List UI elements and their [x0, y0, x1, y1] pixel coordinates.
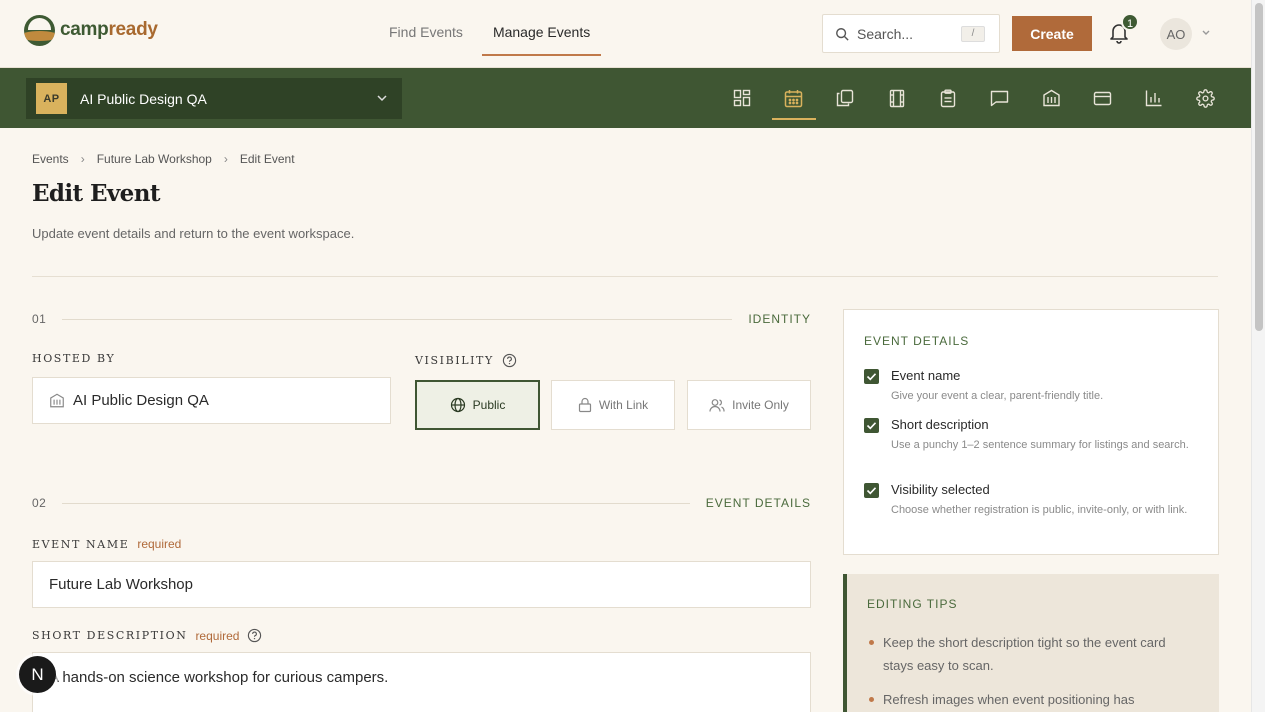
short-description-textarea[interactable]: A hands-on science workshop for curious …: [32, 652, 811, 712]
hosted-by-label: HOSTED BY: [32, 352, 115, 365]
notification-count-badge: 1: [1121, 13, 1139, 31]
brand-logo[interactable]: campready: [24, 14, 158, 46]
nav-manage-events[interactable]: Manage Events: [481, 0, 602, 56]
visibility-public-label: Public: [472, 398, 506, 412]
visibility-with-link-option[interactable]: With Link: [551, 380, 675, 430]
building-icon[interactable]: [1031, 68, 1071, 128]
main-nav: Find Events Manage Events: [378, 0, 609, 56]
section-label: EVENT DETAILS: [705, 496, 811, 510]
card-icon[interactable]: [1083, 68, 1123, 128]
event-name-label: EVENT NAME required: [32, 537, 181, 551]
workspace-toolbar: [722, 68, 1237, 128]
scrollbar-thumb[interactable]: [1255, 3, 1263, 331]
checklist-item-desc: Give your event a clear, parent-friendly…: [891, 390, 1104, 402]
checkbox-checked-icon: [864, 483, 879, 498]
org-badge: AP: [36, 83, 67, 114]
section-identity-header: 01 IDENTITY: [32, 311, 811, 327]
tip-item: Refresh images when event positioning ha…: [867, 688, 1187, 711]
lock-icon: [578, 397, 591, 413]
checklist-title: EVENT DETAILS: [864, 334, 970, 348]
tip-item: Keep the short description tight so the …: [867, 631, 1187, 677]
brand-name-part1: camp: [60, 19, 109, 40]
brand-name-part2: ready: [108, 19, 158, 40]
copy-icon[interactable]: [825, 68, 865, 128]
clipboard-icon[interactable]: [928, 68, 968, 128]
hosted-by-value: AI Public Design QA: [73, 392, 209, 409]
film-icon[interactable]: [877, 68, 917, 128]
section-number: 01: [32, 312, 47, 326]
visibility-public-option[interactable]: Public: [415, 380, 540, 430]
editing-tips-panel: EDITING TIPS Keep the short description …: [843, 574, 1219, 712]
section-number: 02: [32, 496, 47, 510]
campready-logo-icon: [24, 14, 55, 46]
page-subtitle: Update event details and return to the e…: [32, 226, 355, 241]
breadcrumb-events[interactable]: Events: [32, 152, 69, 166]
search-shortcut-hint: /: [961, 25, 985, 42]
brand-name: campready: [60, 19, 158, 41]
building-icon: [50, 393, 64, 408]
users-icon: [709, 398, 725, 412]
tips-title: EDITING TIPS: [867, 597, 958, 611]
checkbox-checked-icon: [864, 369, 879, 384]
search-box[interactable]: /: [822, 14, 1000, 53]
search-input[interactable]: [857, 25, 961, 42]
checklist-item-title: Visibility selected: [891, 482, 990, 497]
section-divider: [62, 318, 733, 320]
create-button[interactable]: Create: [1012, 16, 1092, 51]
short-description-label: SHORT DESCRIPTION required: [32, 628, 262, 643]
short-description-label-text: SHORT DESCRIPTION: [32, 629, 188, 642]
settings-icon[interactable]: [1186, 68, 1226, 128]
user-avatar[interactable]: AO: [1160, 18, 1192, 50]
event-name-input[interactable]: Future Lab Workshop: [32, 561, 811, 608]
breadcrumb: Events › Future Lab Workshop › Edit Even…: [32, 152, 295, 166]
calendar-icon[interactable]: [771, 68, 816, 128]
checklist-item-desc: Choose whether registration is public, i…: [891, 504, 1188, 516]
required-tag: required: [137, 537, 182, 551]
hosted-by-field: AI Public Design QA: [32, 377, 391, 424]
breadcrumb-event[interactable]: Future Lab Workshop: [97, 152, 212, 166]
chevron-right-icon: ›: [223, 152, 228, 166]
event-name-label-text: EVENT NAME: [32, 537, 130, 551]
top-nav: campready Find Events Manage Events / Cr…: [0, 0, 1251, 68]
checklist-item-desc: Use a punchy 1–2 sentence summary for li…: [891, 439, 1189, 451]
chart-icon[interactable]: [1134, 68, 1174, 128]
visibility-invite-only-label: Invite Only: [732, 398, 789, 412]
section-event-details-header: 02 EVENT DETAILS: [32, 495, 811, 511]
page-title: Edit Event: [32, 180, 160, 207]
help-icon[interactable]: [502, 353, 517, 368]
org-name: AI Public Design QA: [80, 90, 207, 107]
visibility-with-link-label: With Link: [598, 398, 649, 412]
event-details-checklist: EVENT DETAILS Event name Give your event…: [843, 309, 1219, 555]
organization-selector[interactable]: AP AI Public Design QA: [26, 78, 402, 119]
visibility-invite-only-option[interactable]: Invite Only: [687, 380, 811, 430]
globe-icon: [450, 397, 465, 413]
checklist-item-title: Short description: [891, 417, 989, 432]
chevron-down-icon[interactable]: [1200, 27, 1212, 39]
visibility-label-text: VISIBILITY: [415, 354, 494, 367]
search-icon: [836, 27, 849, 41]
section-divider: [62, 502, 690, 504]
visibility-label: VISIBILITY: [415, 353, 517, 368]
chevron-down-icon: [377, 95, 387, 102]
page-scrollbar[interactable]: [1251, 0, 1265, 712]
help-icon[interactable]: [247, 628, 262, 643]
floating-action-button[interactable]: N: [19, 656, 56, 693]
breadcrumb-current: Edit Event: [239, 152, 295, 166]
checklist-item-title: Event name: [891, 368, 961, 383]
dashboard-icon[interactable]: [722, 68, 762, 128]
hosted-by-label-text: HOSTED BY: [32, 352, 116, 365]
checkbox-checked-icon: [864, 418, 879, 433]
header-divider: [32, 276, 1218, 277]
section-label: IDENTITY: [748, 312, 811, 326]
required-tag: required: [195, 628, 240, 643]
nav-find-events[interactable]: Find Events: [378, 0, 474, 56]
workspace-bar: AP AI Public Design QA: [0, 68, 1251, 128]
chevron-right-icon: ›: [80, 152, 85, 166]
tips-list: Keep the short description tight so the …: [867, 631, 1187, 712]
message-icon[interactable]: [980, 68, 1020, 128]
